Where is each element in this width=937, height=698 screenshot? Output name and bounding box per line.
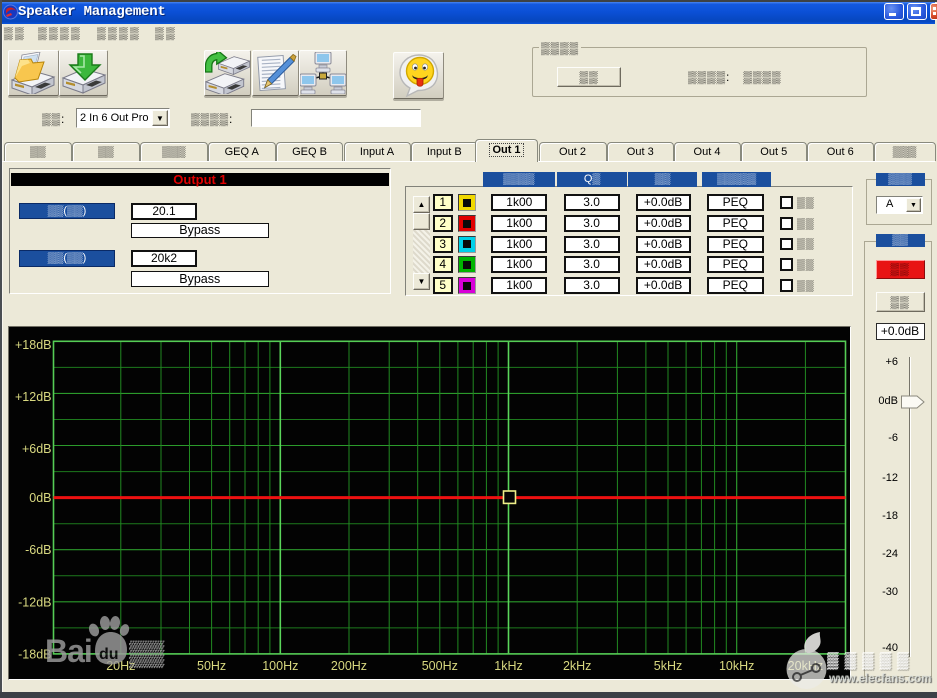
svg-text:5kHz: 5kHz [654,659,682,673]
svg-text:▒▒: ▒▒ [129,641,164,669]
svg-text:50Hz: 50Hz [197,659,226,673]
svg-text:-6dB: -6dB [25,543,51,557]
svg-text:10kHz: 10kHz [719,659,754,673]
svg-text:+6dB: +6dB [22,442,52,456]
svg-text:1kHz: 1kHz [494,659,522,673]
svg-text:+18dB: +18dB [15,338,52,352]
svg-text:100Hz: 100Hz [262,659,298,673]
svg-text:2kHz: 2kHz [563,659,591,673]
svg-text:-12dB: -12dB [18,595,51,609]
svg-text:Bai: Bai [45,633,92,669]
svg-text:+12dB: +12dB [15,390,52,404]
svg-text:0dB: 0dB [29,491,51,505]
svg-text:500Hz: 500Hz [422,659,458,673]
svg-text:du: du [99,646,119,663]
svg-text:200Hz: 200Hz [331,659,367,673]
